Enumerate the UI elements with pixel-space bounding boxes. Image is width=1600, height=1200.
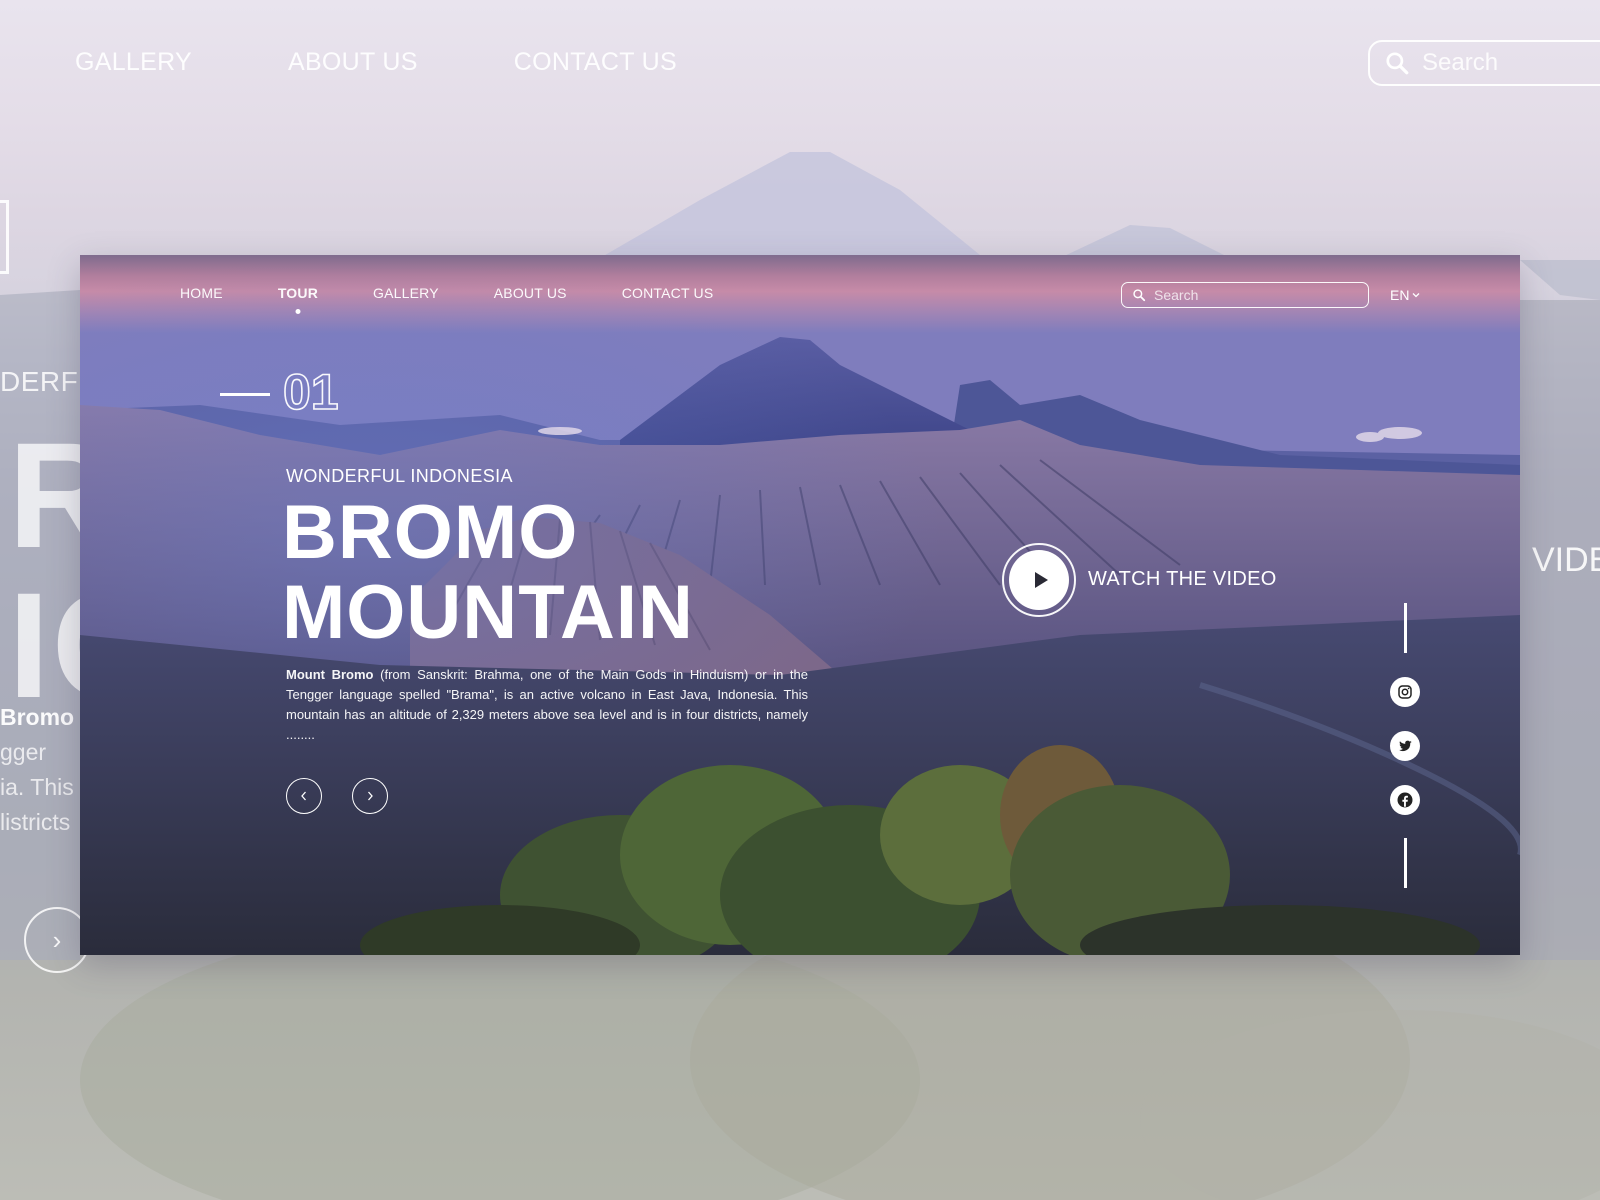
slide-number-line <box>220 393 270 396</box>
instagram-link[interactable] <box>1390 677 1420 707</box>
slide-title: BROMO MOUNTAIN <box>282 493 694 653</box>
chevron-right-icon <box>368 791 373 801</box>
bg-desc-line: ia. This <box>0 774 74 800</box>
social-divider-bottom <box>1404 838 1407 888</box>
bg-chevron-right-icon: › <box>52 924 62 955</box>
hero-card: HOME TOUR GALLERY ABOUT US CONTACT US EN… <box>80 255 1520 955</box>
nav-item-home[interactable]: HOME <box>180 285 223 301</box>
chevron-down-icon <box>1412 293 1420 298</box>
search-icon <box>1133 289 1146 302</box>
next-slide-button[interactable] <box>352 778 388 814</box>
main-nav: HOME TOUR GALLERY ABOUT US CONTACT US <box>180 285 768 301</box>
bg-search-placeholder: Search <box>1422 49 1499 76</box>
slide-description: Mount Bromo (from Sanskrit: Brahma, one … <box>286 665 808 745</box>
play-video-button[interactable] <box>1002 543 1076 617</box>
slide-title-line-2: MOUNTAIN <box>282 570 694 655</box>
social-divider-top <box>1404 603 1407 653</box>
play-icon <box>1035 572 1048 588</box>
bg-subtitle-fragment: DERF <box>0 366 79 397</box>
previous-slide-button[interactable] <box>286 778 322 814</box>
bg-nav-contact: CONTACT US <box>513 48 677 76</box>
bg-desc-bold: Bromo <box>0 704 75 730</box>
background-search: Search <box>1368 40 1600 86</box>
nav-item-contact-us[interactable]: CONTACT US <box>622 285 714 301</box>
bg-nav-about: ABOUT US <box>287 48 418 76</box>
slide-number: 01 <box>282 364 339 420</box>
bg-video-fragment: VIDE <box>1532 541 1600 579</box>
play-button-circle <box>1009 550 1069 610</box>
nav-item-gallery[interactable]: GALLERY <box>373 285 439 301</box>
search-input[interactable] <box>1154 287 1354 303</box>
slide-title-line-1: BROMO <box>282 490 579 575</box>
language-label: EN <box>1390 287 1410 303</box>
background-bracket-decoration <box>0 200 9 274</box>
search-box <box>1121 282 1369 308</box>
background-nav: GALLERY ABOUT US CONTACT US <box>75 48 677 77</box>
bg-description-fragment: Bromo gger ia. This listricts <box>0 700 90 840</box>
chevron-left-icon <box>301 791 306 801</box>
twitter-icon <box>1399 740 1412 752</box>
watch-video-label[interactable]: WATCH THE VIDEO <box>1088 568 1277 591</box>
bg-search-icon <box>1386 52 1409 75</box>
bg-desc-line: gger <box>0 739 47 765</box>
language-selector[interactable]: EN <box>1390 287 1420 303</box>
slide-description-bold: Mount Bromo <box>286 667 374 682</box>
instagram-icon <box>1398 685 1412 699</box>
facebook-icon <box>1397 792 1413 808</box>
twitter-link[interactable] <box>1390 731 1420 761</box>
nav-item-about-us[interactable]: ABOUT US <box>494 285 567 301</box>
facebook-link[interactable] <box>1390 785 1420 815</box>
slide-eyebrow: WONDERFUL INDONESIA <box>286 466 513 486</box>
bg-desc-line: listricts <box>0 809 71 835</box>
bg-nav-gallery: GALLERY <box>75 48 192 76</box>
nav-item-tour[interactable]: TOUR <box>278 285 318 301</box>
